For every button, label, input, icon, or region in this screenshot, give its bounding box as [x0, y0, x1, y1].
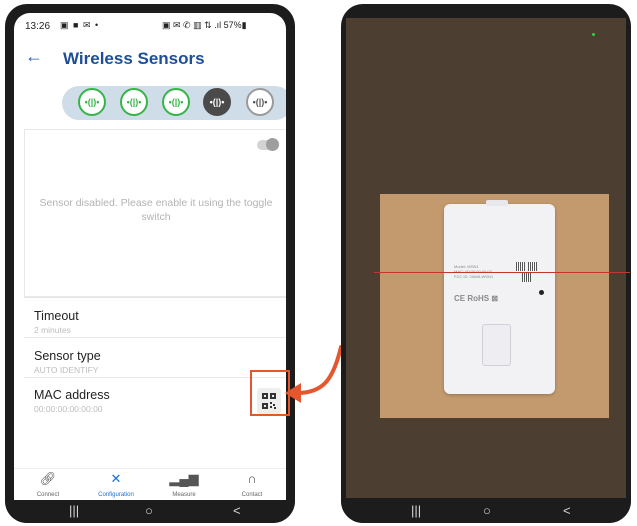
setting-label: Sensor type	[34, 349, 101, 363]
sensor-disabled-message: Sensor disabled. Please enable it using …	[39, 197, 273, 223]
sensor-card: Sensor disabled. Please enable it using …	[24, 129, 286, 297]
recent-apps-button[interactable]: |||	[411, 503, 421, 518]
device-led-hole	[539, 290, 544, 295]
recent-apps-button[interactable]: |||	[69, 503, 79, 518]
nav-label: Measure	[172, 492, 196, 498]
nav-label: Contact	[241, 492, 263, 498]
status-bar: 13:26 ▣ ■ ✉ • ▣ ✉ ✆ ▥ ⇅ .ıl 57%▮	[14, 13, 286, 39]
app-bar: ← Wireless Sensors	[14, 40, 286, 76]
headset-icon: ∩	[247, 471, 257, 486]
device-label-line: FCC ID: 2AW8-WSN1	[454, 274, 494, 279]
page-title: Wireless Sensors	[63, 49, 205, 68]
home-button[interactable]: ○	[145, 503, 153, 518]
scan-line	[374, 272, 630, 273]
back-button[interactable]: <	[563, 503, 571, 518]
setting-value: AUTO IDENTIFY	[34, 365, 99, 375]
setting-value: 00:00:00:00:00:00	[34, 404, 103, 414]
sensor-selector: •(|)• •(|)• •(|)• •(|)• •(|)•	[62, 86, 286, 120]
device-qr-code	[528, 262, 537, 271]
sensor-device-photo: Model: WSN1 MAC: 00:00:00:00:00 FCC ID: …	[444, 200, 555, 394]
sensor-button-5[interactable]: •(|)•	[246, 88, 274, 116]
tools-icon: ✕	[110, 471, 122, 486]
setting-row-mac-address[interactable]: MAC address 00:00:00:00:00:00	[24, 377, 286, 422]
status-time: 13:26	[25, 21, 51, 32]
setting-value: 2 minutes	[34, 325, 71, 335]
link-icon: 🔗︎	[39, 471, 57, 486]
notification-icons: ▣ ■ ✉ •	[60, 20, 100, 30]
setting-row-sensor-type[interactable]: Sensor type AUTO IDENTIFY	[24, 337, 286, 378]
android-navigation-bar: ||| ○ <	[341, 500, 631, 523]
scan-frame: Model: WSN1 MAC: 00:00:00:00:00 FCC ID: …	[380, 194, 609, 418]
home-button[interactable]: ○	[483, 503, 491, 518]
nav-label: Configuration	[98, 492, 134, 498]
toggle-knob	[266, 138, 279, 151]
device-qr-code	[522, 273, 531, 282]
sensor-button-4-selected[interactable]: •(|)•	[203, 88, 231, 116]
nav-connect[interactable]: 🔗︎ Connect	[14, 471, 82, 498]
bottom-navigation: 🔗︎ Connect ✕ Configuration ▂▄▆ Measure ∩…	[14, 468, 286, 504]
phone-camera-scan-screen: Model: WSN1 MAC: 00:00:00:00:00 FCC ID: …	[341, 4, 631, 523]
nav-contact[interactable]: ∩ Contact	[218, 471, 286, 498]
setting-row-timeout[interactable]: Timeout 2 minutes	[24, 297, 286, 338]
camera-indicator-dot	[592, 33, 595, 36]
device-connector	[482, 324, 511, 366]
setting-label: Timeout	[34, 309, 79, 323]
pointer-arrow-icon	[285, 345, 343, 403]
android-navigation-bar: ||| ○ <	[5, 500, 295, 523]
nav-label: Connect	[36, 492, 60, 498]
setting-label: MAC address	[34, 388, 110, 402]
nav-measure[interactable]: ▂▄▆ Measure	[150, 471, 218, 498]
nav-configuration[interactable]: ✕ Configuration	[82, 471, 150, 498]
sensor-enable-toggle[interactable]	[257, 138, 279, 151]
phone-configuration-screen: 13:26 ▣ ■ ✉ • ▣ ✉ ✆ ▥ ⇅ .ıl 57%▮ ← Wirel…	[5, 4, 295, 523]
sensor-button-1[interactable]: •(|)•	[78, 88, 106, 116]
chart-icon: ▂▄▆	[169, 471, 199, 486]
sensor-button-2[interactable]: •(|)•	[120, 88, 148, 116]
device-qr-code	[516, 262, 525, 271]
app-screen: 13:26 ▣ ■ ✉ • ▣ ✉ ✆ ▥ ⇅ .ıl 57%▮ ← Wirel…	[14, 13, 286, 514]
device-certification-marks: CE RoHS ⊠	[454, 294, 499, 303]
system-icons: ▣ ✉ ✆ ▥ ⇅ .ıl 57%▮	[162, 20, 247, 30]
sensor-button-3[interactable]: •(|)•	[162, 88, 190, 116]
arrow-left-icon[interactable]: ←	[25, 46, 43, 67]
back-button[interactable]: <	[233, 503, 241, 518]
camera-viewfinder: Model: WSN1 MAC: 00:00:00:00:00 FCC ID: …	[346, 18, 630, 498]
device-tab	[486, 200, 508, 206]
